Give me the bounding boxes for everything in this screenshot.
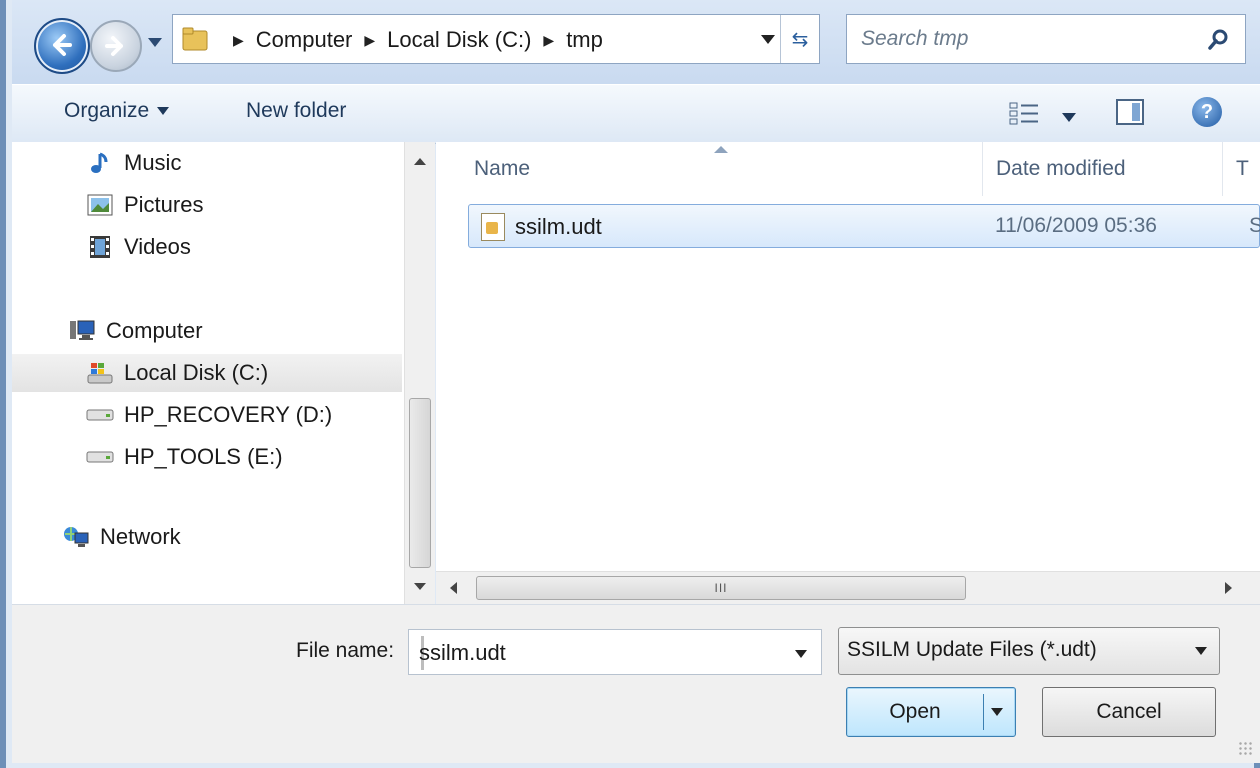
arrow-left-icon	[53, 34, 72, 56]
network-icon	[62, 525, 90, 549]
chevron-right-icon[interactable]: ▶	[543, 32, 554, 49]
horizontal-scrollbar[interactable]: III	[436, 571, 1260, 604]
file-name: ssilm.udt	[515, 214, 602, 239]
search-placeholder: Search tmp	[861, 27, 969, 50]
file-icon	[481, 213, 505, 241]
scroll-thumb[interactable]	[409, 398, 431, 568]
view-dropdown-icon[interactable]	[1062, 113, 1076, 122]
chevron-down-icon[interactable]	[795, 650, 807, 658]
crumb-computer[interactable]: Computer	[256, 27, 353, 53]
nav-item-label: Music	[124, 150, 182, 175]
drive-icon	[86, 445, 114, 469]
resize-grip-icon[interactable]	[1238, 741, 1252, 755]
back-button[interactable]	[34, 18, 90, 74]
nav-item-label: HP_RECOVERY (D:)	[124, 402, 333, 427]
folder-icon	[182, 27, 208, 51]
recent-pages-dropdown[interactable]	[148, 38, 162, 47]
file-type: S	[1249, 214, 1260, 237]
organize-button[interactable]: Organize	[64, 99, 170, 123]
navigation-pane: Music Pictures Videos Computer Local Dis…	[12, 142, 435, 604]
windows-drive-icon	[86, 361, 114, 385]
nav-item-computer[interactable]: Computer	[12, 312, 458, 350]
forward-button[interactable]	[90, 20, 142, 72]
crumb-tmp[interactable]: tmp	[566, 27, 603, 53]
address-row: ▶ Computer ▶ Local Disk (C:) ▶ tmp ⇆ Sea…	[12, 0, 1260, 84]
refresh-button[interactable]: ⇆	[780, 15, 819, 63]
search-icon	[1208, 29, 1228, 50]
search-input[interactable]: Search tmp	[846, 14, 1246, 64]
file-name-label: File name:	[296, 639, 395, 662]
computer-icon	[68, 319, 96, 343]
scroll-right-arrow-icon[interactable]	[1225, 582, 1232, 594]
column-header-type[interactable]: T	[1236, 142, 1249, 196]
nav-item-label: HP_TOOLS (E:)	[124, 444, 283, 469]
dialog-footer: File name: ssilm.udt SSILM Update Files …	[12, 604, 1260, 763]
crumb-local-disk[interactable]: Local Disk (C:)	[387, 27, 531, 53]
open-label: Open	[889, 700, 941, 723]
chevron-down-icon	[1195, 647, 1207, 655]
pictures-icon	[86, 193, 114, 217]
chevron-down-icon[interactable]	[991, 708, 1003, 716]
organize-label: Organize	[64, 99, 150, 122]
file-name-field[interactable]: ssilm.udt	[408, 629, 822, 675]
nav-item-label: Pictures	[124, 192, 204, 217]
new-folder-button[interactable]: New folder	[246, 99, 346, 123]
file-type-select[interactable]: SSILM Update Files (*.udt)	[838, 627, 1220, 675]
film-strip-icon	[86, 235, 114, 259]
chevron-down-icon	[157, 107, 170, 116]
scroll-thumb[interactable]: III	[476, 576, 966, 600]
scroll-left-arrow-icon[interactable]	[450, 582, 457, 594]
chevron-right-icon[interactable]: ▶	[364, 32, 375, 49]
chevron-right-icon[interactable]: ▶	[233, 32, 244, 49]
chevron-down-icon[interactable]	[761, 35, 775, 44]
nav-item-local-disk[interactable]: Local Disk (C:)	[12, 354, 402, 392]
view-options-icon[interactable]	[1008, 101, 1042, 127]
refresh-icon: ⇆	[791, 28, 809, 51]
scroll-down-arrow-icon[interactable]	[414, 583, 426, 590]
breadcrumb: ▶ Computer ▶ Local Disk (C:) ▶ tmp	[221, 15, 603, 65]
nav-scrollbar[interactable]	[404, 142, 435, 604]
column-header-date-modified[interactable]: Date modified	[996, 142, 1126, 196]
nav-item-label: Computer	[106, 318, 203, 343]
file-date-modified: 11/06/2009 05:36	[995, 214, 1157, 237]
scroll-up-arrow-icon[interactable]	[414, 158, 426, 165]
address-bar[interactable]: ▶ Computer ▶ Local Disk (C:) ▶ tmp ⇆	[172, 14, 820, 64]
column-header-name[interactable]: Name	[474, 142, 530, 196]
sort-ascending-icon	[714, 146, 728, 153]
cancel-button[interactable]: Cancel	[1042, 687, 1216, 737]
split-divider	[983, 694, 984, 730]
file-type-value: SSILM Update Files (*.udt)	[847, 638, 1097, 661]
file-row[interactable]: ssilm.udt 11/06/2009 05:36 S	[468, 204, 1260, 248]
nav-item-label: Network	[100, 524, 181, 549]
nav-item-label: Videos	[124, 234, 191, 259]
toolbar: Organize New folder ?	[12, 84, 1260, 144]
help-icon[interactable]: ?	[1192, 97, 1222, 127]
drive-icon	[86, 403, 114, 427]
open-file-dialog: ▶ Computer ▶ Local Disk (C:) ▶ tmp ⇆ Sea…	[0, 0, 1260, 768]
file-name-value: ssilm.udt	[419, 640, 506, 665]
nav-item-network[interactable]: Network	[12, 518, 452, 556]
nav-item-label: Local Disk (C:)	[124, 360, 269, 385]
preview-pane-icon[interactable]	[1116, 99, 1144, 125]
arrow-right-icon	[105, 36, 123, 56]
music-note-icon	[86, 151, 114, 175]
column-divider[interactable]	[982, 142, 983, 196]
column-divider[interactable]	[1222, 142, 1223, 196]
file-list-pane: Name Date modified T ssilm.udt 11/06/200…	[436, 142, 1260, 604]
open-button[interactable]: Open	[846, 687, 1016, 737]
